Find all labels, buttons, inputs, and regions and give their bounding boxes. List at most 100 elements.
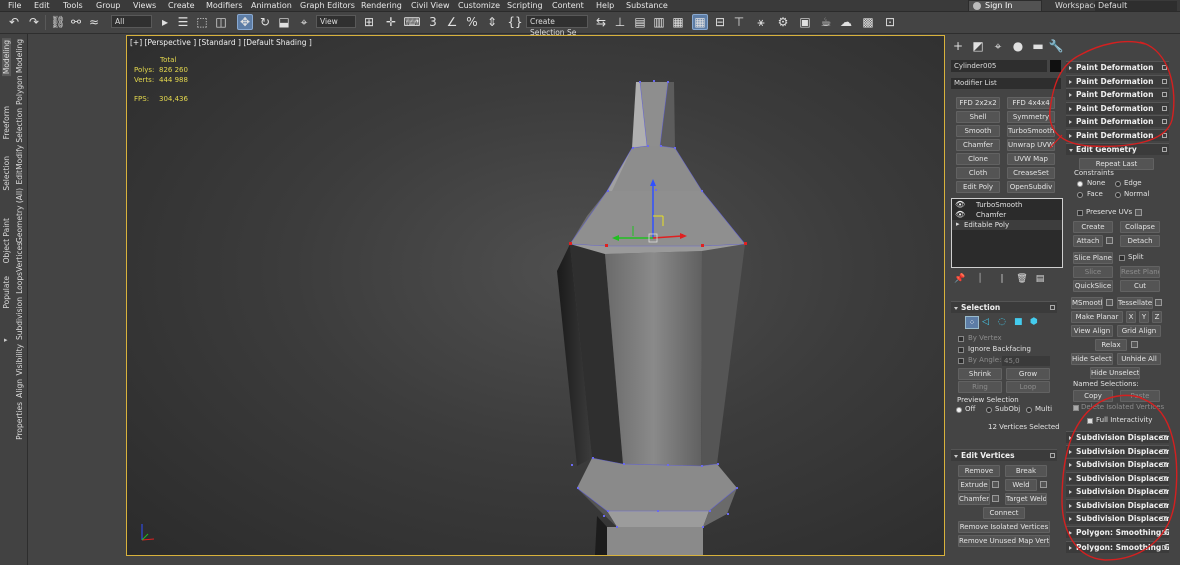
named-selection-sets-dropdown[interactable]: Create Selection Se [526,15,588,37]
workspaces-dropdown[interactable]: Default [1095,1,1177,11]
ribbon-panel-subdivision[interactable]: Subdivision [15,297,24,340]
grid-align-button[interactable]: Grid Align [1117,325,1161,337]
menu-scripting[interactable]: Scripting [507,0,543,12]
rollout-pin-icon[interactable] [1162,545,1167,550]
schematic-view-icon[interactable]: ⊤ [731,14,747,30]
paint-deformation-rollout-6[interactable]: Paint Deformation [1066,129,1169,141]
modifier-ffd-4x4x4-button[interactable]: FFD 4x4x4 [1007,97,1055,109]
menu-customize[interactable]: Customize [458,0,500,12]
pin-stack-icon[interactable]: 📌 [952,271,968,287]
spinner-snap-icon[interactable]: ⇕ [484,14,500,30]
vertex-level-icon[interactable]: ⁘ [965,316,979,329]
rollout-pin-icon[interactable] [1050,305,1055,310]
ribbon-tab-modeling[interactable]: Modeling [2,38,11,77]
ribbon-tab-freeform[interactable]: Freeform [2,106,11,139]
ribbon-panel-loops[interactable]: Loops [15,272,24,294]
edit-geometry-rollout-header[interactable]: Edit Geometry [1066,143,1169,155]
paint-deformation-rollout-4[interactable]: Paint Deformation [1066,102,1169,114]
motion-tab-icon[interactable]: ● [1010,38,1026,54]
ribbon-panel-modify-selection[interactable]: Modify Selection [15,108,24,170]
preview-off-radio[interactable] [956,407,962,413]
polygon-smoothing-groups-rollout-1[interactable]: Polygon: Smoothing Gro [1066,526,1169,538]
subdivision-displacement-rollout-6[interactable]: Subdivision Displacemen [1066,499,1169,511]
msmooth-button[interactable]: MSmooth [1071,297,1103,309]
relax-settings-icon[interactable] [1131,341,1138,348]
subdivision-displacement-rollout-1[interactable]: Subdivision Displacemen [1066,431,1169,443]
ribbon-expand-icon[interactable]: ▸ [4,336,8,344]
ribbon-panel-polygon-modeling[interactable]: Polygon Modeling [15,39,24,105]
modifier-turbosmooth-button[interactable]: TurboSmooth [1007,125,1055,137]
edit-vertices-rollout-header[interactable]: Edit Vertices [951,449,1057,461]
full-interactivity-checkbox[interactable] [1087,418,1093,424]
render-production-icon[interactable]: ☕ [818,14,834,30]
redo-icon[interactable]: ↷ [26,14,42,30]
menu-group[interactable]: Group [96,0,120,12]
view-align-button[interactable]: View Align [1071,325,1113,337]
stack-item-chamfer[interactable]: 👁 Chamfer [952,210,1062,220]
configure-modifier-sets-icon[interactable]: ▤ [1032,271,1048,287]
detach-button[interactable]: Detach [1120,235,1160,247]
element-level-icon[interactable]: ⬢ [1030,317,1038,327]
stack-item-editable-poly[interactable]: ▸ Editable Poly [952,220,1062,230]
menu-help[interactable]: Help [596,0,614,12]
remove-button[interactable]: Remove [958,465,1000,477]
modifier-clone-button[interactable]: Clone [956,153,1000,165]
place-icon[interactable]: ⌖ [296,14,312,30]
polygon-level-icon[interactable]: ■ [1014,317,1023,327]
hierarchy-tab-icon[interactable]: ⌖ [990,38,1006,54]
paste-button[interactable]: Paste [1120,390,1160,402]
rollout-pin-icon[interactable] [1162,435,1167,440]
border-level-icon[interactable]: ◌ [998,317,1006,327]
perspective-viewport[interactable]: [+] [Perspective ] [Standard ] [Default … [127,36,944,555]
split-checkbox[interactable] [1119,255,1125,261]
by-vertex-checkbox[interactable] [958,336,964,342]
modifier-uvw-map-button[interactable]: UVW Map [1007,153,1055,165]
relax-button[interactable]: Relax [1095,339,1127,351]
quickslice-button[interactable]: QuickSlice [1073,280,1113,292]
curve-editor-icon[interactable]: ⊟ [712,14,728,30]
rollout-pin-icon[interactable] [1162,133,1167,138]
paint-deformation-rollout-5[interactable]: Paint Deformation [1066,115,1169,127]
menu-views[interactable]: Views [133,0,156,12]
render-setup-icon[interactable]: ⚙ [775,14,791,30]
subdivision-displacement-rollout-7[interactable]: Subdivision Displacemen [1066,512,1169,524]
preserve-uvs-settings-icon[interactable] [1135,209,1142,216]
eye-icon[interactable]: 👁 [955,210,965,219]
sign-in-button[interactable]: Sign In [968,0,1042,12]
constraint-normal-radio[interactable] [1115,192,1121,198]
show-end-result-icon[interactable]: ⏐ [972,271,988,287]
paint-deformation-rollout-2[interactable]: Paint Deformation [1066,75,1169,87]
create-button[interactable]: Create [1073,221,1113,233]
select-and-rotate-icon[interactable]: ↻ [257,14,273,30]
toggle-scene-explorer-icon[interactable]: ▥ [651,14,667,30]
ribbon-tab-populate[interactable]: Populate [2,276,11,309]
modifier-unwrap-uvw-button[interactable]: Unwrap UVW [1007,139,1055,151]
rollout-pin-icon[interactable] [1162,106,1167,111]
material-editor-icon[interactable]: ⚹ [753,14,769,30]
render-in-cloud-icon[interactable]: ☁ [838,14,854,30]
menu-modifiers[interactable]: Modifiers [206,0,243,12]
ribbon-tab-selection[interactable]: Selection [2,156,11,191]
ribbon-panel-properties[interactable]: Properties [15,402,24,440]
a360-gallery-icon[interactable]: ▩ [860,14,876,30]
planar-z-button[interactable]: Z [1152,311,1162,323]
hide-unselected-button[interactable]: Hide Unselected [1090,367,1140,379]
rollout-pin-icon[interactable] [1162,147,1167,152]
window-crossing-icon[interactable]: ◫ [213,14,229,30]
hide-selected-button[interactable]: Hide Selected [1071,353,1113,365]
undo-icon[interactable]: ↶ [6,14,22,30]
preview-multi-radio[interactable] [1026,407,1032,413]
select-and-move-icon[interactable]: ✥ [237,14,253,30]
select-and-manipulate-icon[interactable]: ✛ [383,14,399,30]
ribbon-panel-align[interactable]: Align [15,379,24,398]
slice-button[interactable]: Slice [1073,266,1113,278]
rollout-pin-icon[interactable] [1162,476,1167,481]
toggle-ribbon-icon[interactable]: ▦ [670,14,686,30]
attach-settings-icon[interactable] [1106,237,1113,244]
modify-tab-icon[interactable]: ◩ [970,38,986,54]
menu-file[interactable]: File [8,0,21,12]
menu-content[interactable]: Content [552,0,584,12]
unlink-icon[interactable]: ⚯ [68,14,84,30]
menu-edit[interactable]: Edit [34,0,50,12]
modifier-opensubdiv-button[interactable]: OpenSubdiv [1007,181,1055,193]
